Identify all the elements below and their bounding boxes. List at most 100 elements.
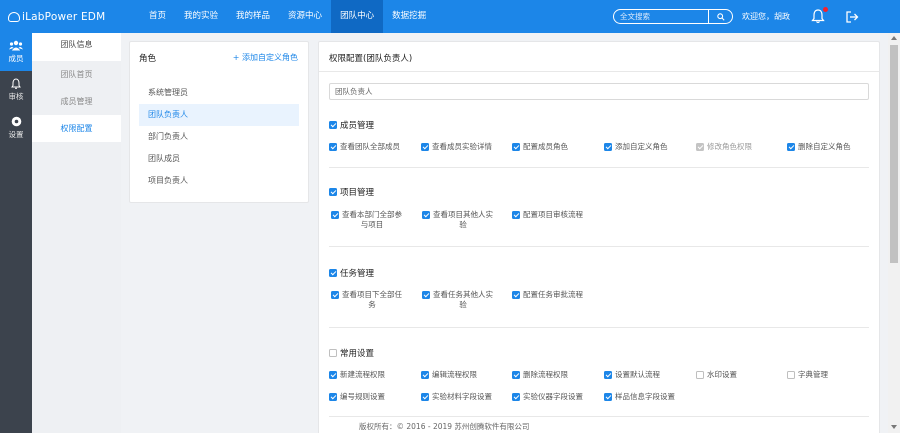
checkbox[interactable] <box>329 269 337 277</box>
rail-review-label: 审核 <box>8 92 24 101</box>
rail-settings[interactable]: 设置 <box>0 109 32 147</box>
role-list: 系统管理员 团队负责人 部门负责人 团队成员 项目负责人 <box>139 82 299 192</box>
permission-option[interactable]: 查看本部门全部参 与项目 <box>331 210 402 230</box>
rail-review[interactable]: 审核 <box>0 71 32 109</box>
permission-option[interactable]: 样品信息字段设置 <box>604 392 675 402</box>
permission-label: 设置默认流程 <box>615 370 660 379</box>
permission-label: 实验材料字段设置 <box>432 392 492 401</box>
checkbox[interactable] <box>421 143 429 151</box>
section-header[interactable]: 任务管理 <box>329 267 869 279</box>
permission-option[interactable]: 编号规则设置 <box>329 392 385 402</box>
role-item[interactable]: 项目负责人 <box>139 170 299 192</box>
logout-button[interactable] <box>845 10 859 24</box>
permission-option[interactable]: 删除流程权限 <box>512 370 568 380</box>
permission-label: 添加自定义角色 <box>615 142 668 151</box>
permission-option[interactable]: 配置项目审核流程 <box>512 210 583 220</box>
permission-option[interactable]: 查看团队全部成员 <box>329 142 400 152</box>
permission-option[interactable]: 实验材料字段设置 <box>421 392 492 402</box>
permission-panel-title: 权限配置(团队负责人) <box>329 54 413 64</box>
permission-label-line: 验 <box>459 300 467 309</box>
nav-my-experiments[interactable]: 我的实验 <box>175 0 227 33</box>
checkbox[interactable] <box>329 121 337 129</box>
permission-label: 编辑流程权限 <box>432 370 477 379</box>
top-bar: iLabPower EDM 首页 我的实验 我的样品 资源中心 团队中心 数据挖… <box>0 0 900 33</box>
search-input[interactable] <box>614 12 708 21</box>
scroll-down-arrow-icon[interactable] <box>891 425 897 429</box>
checkbox[interactable] <box>604 371 612 379</box>
checkbox[interactable] <box>329 371 337 379</box>
permission-option[interactable]: 水印设置 <box>696 370 737 380</box>
permission-option[interactable]: 配置成员角色 <box>512 142 568 152</box>
rail-members[interactable]: 成员 <box>0 33 32 71</box>
checkbox[interactable] <box>422 211 430 219</box>
role-item[interactable]: 团队成员 <box>139 148 299 170</box>
permission-option[interactable]: 添加自定义角色 <box>604 142 668 152</box>
scrollbar-thumb[interactable] <box>890 45 898 263</box>
permission-option[interactable]: 查看成员实验详情 <box>421 142 492 152</box>
notification-button[interactable] <box>811 7 828 24</box>
role-item[interactable]: 部门负责人 <box>139 126 299 148</box>
checkbox[interactable] <box>329 188 337 196</box>
role-name-input[interactable] <box>329 83 869 100</box>
checkbox[interactable] <box>329 143 337 151</box>
submenu-team-info[interactable]: 团队信息 <box>32 33 121 61</box>
checkbox[interactable] <box>512 143 520 151</box>
permission-option[interactable]: 字典管理 <box>787 370 828 380</box>
section-header[interactable]: 项目管理 <box>329 186 869 198</box>
permission-option[interactable]: 配置任务审批流程 <box>512 290 583 300</box>
permission-label-line: 务 <box>368 300 376 309</box>
checkbox[interactable] <box>331 291 339 299</box>
checkbox[interactable] <box>512 211 520 219</box>
checkbox[interactable] <box>604 143 612 151</box>
submenu-member-management[interactable]: 成员管理 <box>32 88 121 115</box>
checkbox[interactable] <box>329 393 337 401</box>
checkbox[interactable] <box>787 143 795 151</box>
permission-label: 查看团队全部成员 <box>340 142 400 151</box>
permission-option[interactable]: 查看项目下全部任务 <box>331 290 402 310</box>
add-custom-role-button[interactable]: + 添加自定义角色 <box>233 52 298 63</box>
nav-my-samples[interactable]: 我的样品 <box>227 0 279 33</box>
section-divider <box>329 327 869 328</box>
checkbox[interactable] <box>329 349 337 357</box>
search-button[interactable] <box>708 10 732 23</box>
permission-option[interactable]: 查看项目其他人实验 <box>422 210 493 230</box>
permission-option[interactable]: 编辑流程权限 <box>421 370 477 380</box>
section-title: 任务管理 <box>340 269 375 279</box>
section-header[interactable]: 常用设置 <box>329 347 869 359</box>
permission-option[interactable]: 删除自定义角色 <box>787 142 851 152</box>
checkbox[interactable] <box>421 393 429 401</box>
brand-logo[interactable]: iLabPower EDM <box>8 11 140 23</box>
permission-label-line: 查看项目下全部任 <box>342 290 402 299</box>
checkbox[interactable] <box>421 371 429 379</box>
section-project-management: 项目管理 <box>329 186 869 198</box>
nav-team-center[interactable]: 团队中心 <box>331 0 384 33</box>
welcome-text[interactable]: 欢迎您，胡政 <box>742 11 790 22</box>
scroll-up-arrow-icon[interactable] <box>891 36 897 40</box>
role-item[interactable]: 团队负责人 <box>139 104 299 126</box>
bell-icon <box>11 78 21 89</box>
checkbox[interactable] <box>696 371 704 379</box>
page-scrollbar[interactable] <box>888 33 900 433</box>
section-header[interactable]: 成员管理 <box>329 119 869 131</box>
nav-home[interactable]: 首页 <box>140 0 175 33</box>
checkbox[interactable] <box>512 291 520 299</box>
checkbox[interactable] <box>331 211 339 219</box>
submenu-team-home[interactable]: 团队首页 <box>32 61 121 88</box>
cloud-icon <box>8 11 20 22</box>
permission-option[interactable]: 设置默认流程 <box>604 370 660 380</box>
checkbox[interactable] <box>422 291 430 299</box>
permission-option[interactable]: 新建流程权限 <box>329 370 385 380</box>
checkbox[interactable] <box>604 393 612 401</box>
checkbox[interactable] <box>787 371 795 379</box>
nav-resource-center[interactable]: 资源中心 <box>279 0 331 33</box>
section-divider <box>329 167 869 168</box>
permission-option[interactable]: 查看任务其他人实验 <box>422 290 493 310</box>
checkbox[interactable] <box>512 371 520 379</box>
nav-data-mining[interactable]: 数据挖掘 <box>383 0 435 33</box>
submenu-permission-config[interactable]: 权限配置 <box>32 115 121 142</box>
permission-option[interactable]: 实验仪器字段设置 <box>512 392 583 402</box>
rail-members-label: 成员 <box>8 54 24 63</box>
role-item[interactable]: 系统管理员 <box>139 82 299 104</box>
checkbox[interactable] <box>512 393 520 401</box>
role-panel-title: 角色 <box>139 54 157 64</box>
